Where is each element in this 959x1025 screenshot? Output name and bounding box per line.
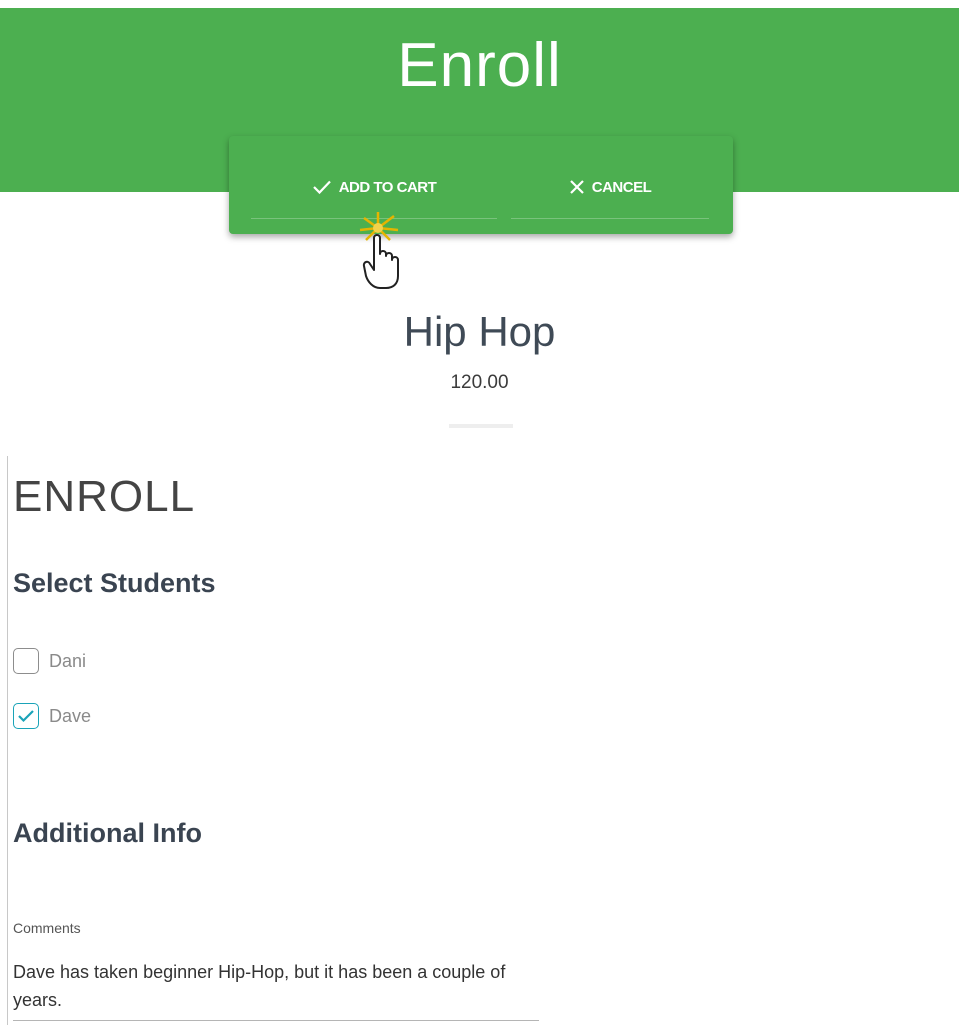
divider [449, 424, 513, 428]
close-icon [569, 179, 585, 195]
comments-label: Comments [13, 920, 81, 936]
students-heading: Select Students [13, 568, 216, 598]
action-toolbar: ADD TO CART CANCEL [229, 136, 733, 234]
course-title: Hip Hop [403, 308, 556, 355]
section-title: ENROLL [13, 472, 196, 521]
comments-underline [13, 1020, 539, 1021]
student-checkbox-dani[interactable] [13, 648, 39, 674]
student-option-dave[interactable]: Dave [13, 700, 91, 732]
add-to-cart-label: ADD TO CART [338, 178, 437, 196]
cancel-label: CANCEL [591, 178, 652, 196]
left-border [7, 456, 8, 1025]
student-label: Dave [49, 705, 92, 726]
checkmark-icon [18, 710, 34, 723]
student-checkbox-dave[interactable] [13, 703, 39, 729]
comments-field[interactable]: Dave has taken beginner Hip-Hop, but it … [13, 958, 553, 1014]
course-price: 120.00 [450, 372, 509, 393]
cancel-button[interactable]: CANCEL [511, 156, 709, 219]
additional-info-heading: Additional Info [13, 818, 202, 848]
check-icon [312, 179, 332, 195]
hand-pointer-icon [356, 208, 406, 290]
page-title: Enroll [397, 31, 562, 100]
student-label: Dani [49, 650, 87, 671]
student-option-dani[interactable]: Dani [13, 645, 86, 677]
